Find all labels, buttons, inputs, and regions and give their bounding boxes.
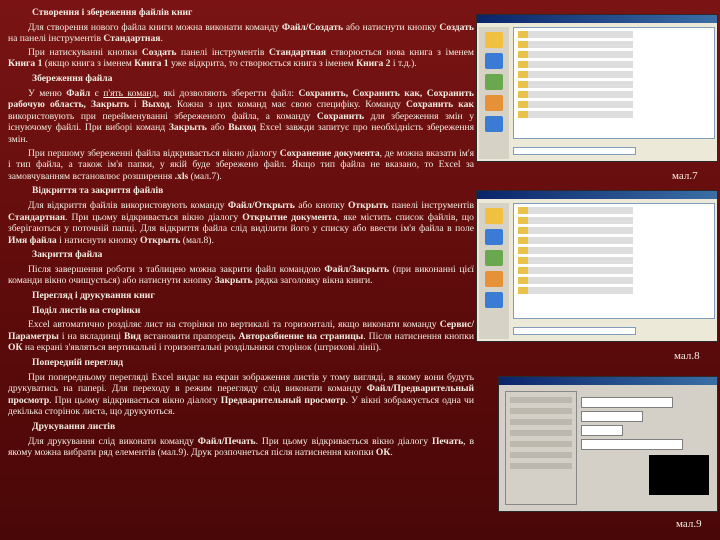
print-dialog-screenshot <box>498 376 718 512</box>
open-dialog-screenshot <box>476 190 718 342</box>
paragraph: Для відкриття файлів використовують кома… <box>8 199 474 246</box>
paragraph: Для друкування слід виконати команду Фай… <box>8 435 474 459</box>
caption-fig8: мал.8 <box>674 350 700 362</box>
paragraph: При натискуванні кнопки Создать панелі і… <box>8 46 474 70</box>
section-heading: Збереження файла <box>32 72 113 84</box>
section-heading: Закриття файла <box>32 249 103 261</box>
section-heading: Відкриття та закриття файлів <box>32 185 164 197</box>
paragraph: Excel автоматично розділяє лист на сторі… <box>8 319 474 354</box>
slide: Створення і збереження файлів книг Для ст… <box>0 0 720 540</box>
document-text: Створення і збереження файлів книг Для ст… <box>8 4 474 461</box>
section-heading: Поділ листів на сторінки <box>32 304 141 316</box>
paragraph: При першому збереженні файла відкриваєть… <box>8 147 475 182</box>
caption-fig7: мал.7 <box>672 170 698 182</box>
paragraph: Після завершення роботи з таблицею можна… <box>8 263 475 287</box>
save-dialog-screenshot <box>476 14 718 162</box>
caption-fig9: мал.9 <box>676 518 702 530</box>
section-heading: Створення і збереження файлів книг <box>32 7 193 18</box>
paragraph: При попередньому перегляді Excel видає н… <box>8 371 474 418</box>
paragraph: Для створення нового файла книги можна в… <box>8 21 474 45</box>
section-heading: Попередній перегляд <box>32 357 124 369</box>
section-heading: Друкування листів <box>32 421 116 432</box>
section-heading: Перегляд і друкування книг <box>32 290 155 302</box>
paragraph: У меню Файл є п'ять команд, які дозволяю… <box>8 87 475 145</box>
